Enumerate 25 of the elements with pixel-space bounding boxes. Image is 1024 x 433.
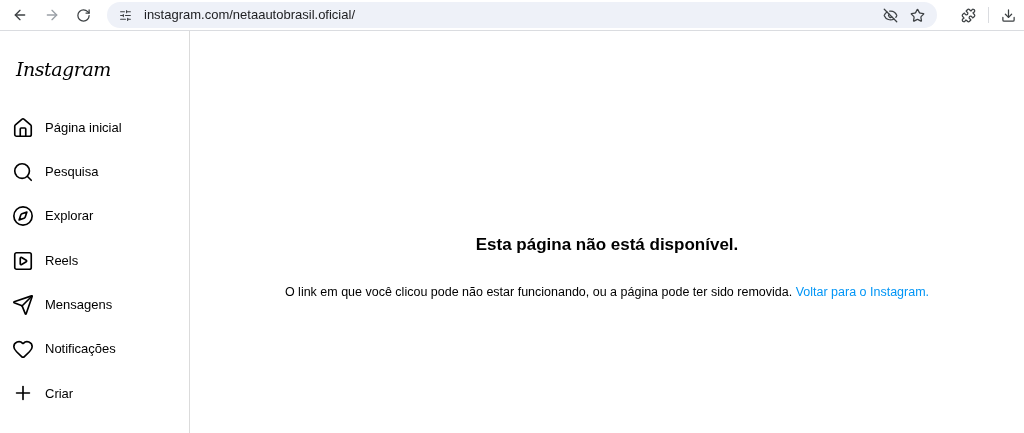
address-bar[interactable]: instagram.com/netaautobrasil.oficial/ [107, 2, 937, 28]
site-settings-icon[interactable] [119, 8, 132, 22]
url-text: instagram.com/netaautobrasil.oficial/ [144, 6, 356, 25]
error-message: O link em que você clicou pode não estar funcionando, ou a página pode ter sido removida. Voltar para o Instagram. [284, 283, 930, 301]
play-icon [12, 249, 34, 272]
search-icon [12, 160, 34, 183]
error-title: Esta página não está disponível. [475, 234, 739, 256]
download-icon[interactable] [1001, 7, 1016, 23]
home-icon [12, 116, 34, 139]
heart-icon [12, 338, 34, 361]
sidebar-item[interactable]: Reels [12, 238, 177, 283]
eye-slash-icon[interactable] [883, 7, 898, 23]
sidebar-item[interactable]: Pesquisa [12, 149, 177, 195]
instagram-logo[interactable]: Instagram [16, 55, 177, 84]
sidebar-item[interactable]: Criar [12, 371, 177, 416]
compass-icon [12, 205, 34, 228]
bookmark-star-icon[interactable] [910, 7, 925, 23]
sidebar-item[interactable]: Página inicial [12, 105, 177, 150]
paper-plane-icon [12, 293, 34, 316]
puzzle-icon[interactable] [961, 7, 976, 23]
sidebar-item[interactable]: Notificações [12, 327, 177, 372]
back-icon[interactable] [12, 7, 28, 23]
reload-icon[interactable] [76, 7, 91, 23]
sidebar-item[interactable]: Explorar [12, 194, 177, 239]
sidebar-item[interactable]: Mensagens [12, 282, 177, 327]
